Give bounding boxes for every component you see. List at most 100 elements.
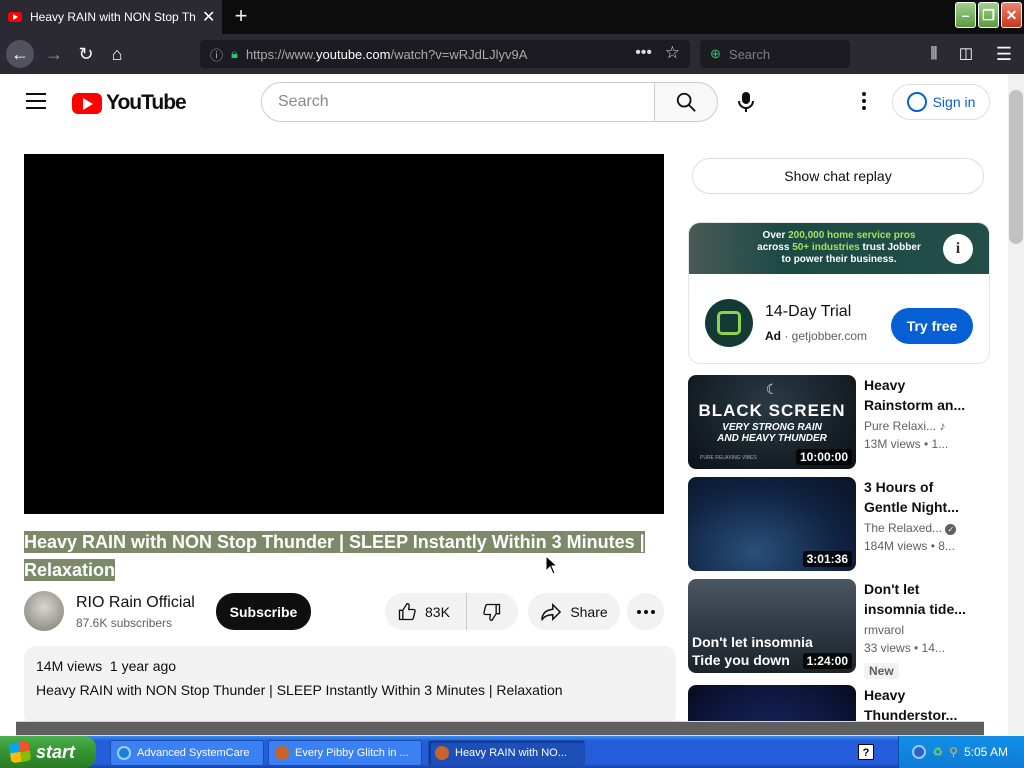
try-free-button[interactable]: Try free xyxy=(891,308,973,344)
page-actions-icon[interactable]: ••• xyxy=(635,44,652,62)
like-dislike-bar: 83K xyxy=(385,593,518,630)
recommended-title[interactable]: 3 Hours of Gentle Night... xyxy=(864,477,974,517)
music-note-icon: ♪ xyxy=(939,419,946,433)
recommended-video[interactable]: ☾ BLACK SCREEN VERY STRONG RAIN AND HEAV… xyxy=(688,375,988,469)
system-tray: ♻ ⚲ 5:05 AM xyxy=(898,736,1024,768)
ad-banner-line1: Over 200,000 home service pros xyxy=(762,230,916,241)
network-icon[interactable] xyxy=(912,745,927,759)
view-count: 14M views xyxy=(36,658,103,674)
thumbs-down-icon xyxy=(483,603,501,621)
youtube-logo[interactable]: YouTube xyxy=(72,91,187,115)
recommended-channel[interactable]: The Relaxed... ✓ xyxy=(864,521,957,535)
thumbnail-text: AND HEAVY THUNDER xyxy=(717,433,827,444)
recycle-icon[interactable]: ♻ xyxy=(932,745,943,759)
tab-title: Heavy RAIN with NON Stop Thunder xyxy=(30,10,196,24)
recommended-views: 184M views • 8... xyxy=(864,539,955,553)
thumbnail-text: Don't let insomnia xyxy=(692,634,813,650)
microphone-icon[interactable] xyxy=(737,91,755,113)
start-button[interactable]: start xyxy=(0,736,96,768)
recommended-title[interactable]: Heavy Rainstorm an... xyxy=(864,375,974,415)
recommended-channel[interactable]: rmvarol xyxy=(864,623,904,637)
taskbar-item-label: Advanced SystemCare xyxy=(137,747,250,759)
clock: 5:05 AM xyxy=(963,745,1008,759)
recommended-title[interactable]: Heavy Thunderstor... xyxy=(864,685,974,721)
video-thumbnail[interactable]: ☾ BLACK SCREEN VERY STRONG RAIN AND HEAV… xyxy=(688,375,856,469)
browser-search-box[interactable]: ⊕ Search xyxy=(700,40,850,68)
dislike-button[interactable] xyxy=(467,602,517,622)
youtube-play-icon xyxy=(72,92,102,114)
description-box[interactable]: 14M views 1 year ago Heavy RAIN with NON… xyxy=(24,646,676,726)
search-button[interactable] xyxy=(654,82,718,122)
jobber-logo xyxy=(705,299,753,347)
sign-in-label: Sign in xyxy=(932,94,976,110)
search-tray-icon[interactable]: ⚲ xyxy=(949,745,958,759)
browser-search-placeholder: Search xyxy=(728,46,771,62)
hamburger-menu-icon[interactable] xyxy=(26,93,46,109)
back-arrow-icon[interactable]: ← xyxy=(6,40,34,68)
taskbar-item-active[interactable]: Heavy RAIN with NO... xyxy=(428,740,585,766)
reload-icon[interactable]: ↻ xyxy=(72,40,100,68)
channel-avatar[interactable] xyxy=(24,591,64,631)
subscriber-count: 87.6K subscribers xyxy=(76,616,173,630)
close-window-button[interactable]: ✕ xyxy=(1001,2,1022,28)
search-engine-icon: ⊕ xyxy=(710,46,721,61)
new-badge: New xyxy=(864,663,899,679)
sign-in-button[interactable]: Sign in xyxy=(892,84,990,120)
more-actions-button[interactable] xyxy=(627,593,664,630)
ad-subline: Ad · getjobber.com xyxy=(765,329,868,343)
recommended-video[interactable]: Don't let insomnia Tide you down 1:24:00… xyxy=(688,579,988,679)
video-player[interactable] xyxy=(24,154,664,514)
video-duration: 10:00:00 xyxy=(795,449,852,465)
moon-icon: ☾ xyxy=(765,381,779,397)
thumbnail-text: BLACK SCREEN xyxy=(698,401,846,420)
info-icon[interactable]: ⓘ xyxy=(210,45,223,64)
start-label: start xyxy=(36,741,76,762)
horizontal-scroll-thumb[interactable] xyxy=(16,722,984,735)
tab-youtube[interactable]: Heavy RAIN with NON Stop Thunder ✕ xyxy=(0,0,222,34)
recommended-video[interactable]: Heavy Thunderstor... xyxy=(688,685,988,721)
bookmark-star-icon[interactable]: ☆ xyxy=(665,43,680,63)
share-button[interactable]: Share xyxy=(528,593,620,630)
video-thumbnail[interactable]: Don't let insomnia Tide you down 1:24:00 xyxy=(688,579,856,673)
home-icon[interactable]: ⌂ xyxy=(103,40,131,68)
video-duration: 3:01:36 xyxy=(802,551,852,567)
ad-info-icon[interactable]: i xyxy=(943,234,973,264)
help-icon[interactable]: ? xyxy=(858,744,874,760)
search-icon xyxy=(676,92,696,112)
sidebar-icon[interactable]: ◫ xyxy=(952,40,980,68)
library-icon[interactable]: ⫼ xyxy=(920,40,948,68)
search-input[interactable]: Search xyxy=(261,82,655,122)
recommended-video[interactable]: 3:01:36 3 Hours of Gentle Night... The R… xyxy=(688,477,988,571)
view-meta: 14M views 1 year ago xyxy=(36,658,664,674)
like-button[interactable]: 83K xyxy=(385,593,467,630)
channel-name[interactable]: RIO Rain Official xyxy=(76,594,195,612)
subscribe-button[interactable]: Subscribe xyxy=(216,593,311,630)
address-bar[interactable]: ⓘ 🔒︎ https://www.youtube.com/watch?v=wRJ… xyxy=(200,40,690,68)
settings-kebab-icon[interactable] xyxy=(856,92,872,112)
windows-flag-icon xyxy=(8,740,32,764)
vertical-scroll-thumb[interactable] xyxy=(1009,90,1023,244)
video-title: Heavy RAIN with NON Stop Thunder | SLEEP… xyxy=(24,531,645,581)
video-duration: 1:24:00 xyxy=(802,653,852,669)
maximize-button[interactable]: ❐ xyxy=(978,2,999,28)
recommended-channel[interactable]: Pure Relaxi... ♪ xyxy=(864,419,945,433)
new-tab-icon[interactable]: + xyxy=(228,4,254,30)
share-icon xyxy=(541,602,562,621)
forward-arrow-icon[interactable]: → xyxy=(40,40,68,68)
taskbar-item[interactable]: Every Pibby Glitch in ... xyxy=(268,740,422,766)
recommended-title[interactable]: Don't let insomnia tide... xyxy=(864,579,974,619)
ad-card[interactable]: Over 200,000 home service pros across 50… xyxy=(688,222,990,364)
taskbar-item[interactable]: Advanced SystemCare xyxy=(110,740,264,766)
video-thumbnail[interactable]: 3:01:36 xyxy=(688,477,856,571)
account-icon xyxy=(906,92,927,112)
minimize-button[interactable]: – xyxy=(955,2,976,28)
app-menu-icon[interactable]: ☰ xyxy=(990,40,1018,68)
upload-age: 1 year ago xyxy=(109,658,177,674)
firefox-icon xyxy=(435,746,449,760)
recommended-views: 13M views • 1... xyxy=(864,437,949,451)
thumbs-up-icon xyxy=(398,602,416,620)
lock-icon[interactable]: 🔒︎ xyxy=(231,46,238,62)
video-thumbnail[interactable] xyxy=(688,685,856,721)
tab-close-icon[interactable]: ✕ xyxy=(202,7,215,27)
show-chat-replay-button[interactable]: Show chat replay xyxy=(692,158,984,194)
